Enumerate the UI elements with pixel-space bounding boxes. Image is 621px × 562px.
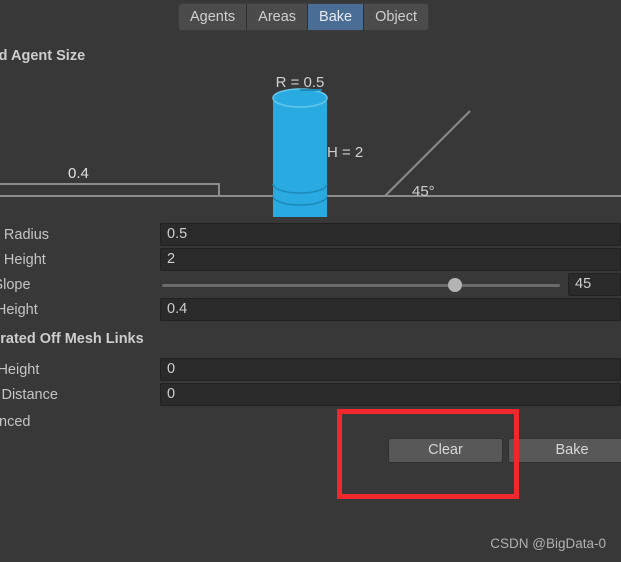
row-drop-height: Drop Height 0 bbox=[0, 358, 621, 383]
max-slope-input[interactable]: 45 bbox=[568, 273, 621, 296]
max-slope-slider-handle[interactable] bbox=[448, 278, 462, 292]
drop-height-label: Drop Height bbox=[0, 362, 40, 378]
height-label: H = 2 bbox=[327, 144, 363, 161]
advanced-foldout[interactable]: Advanced bbox=[0, 414, 31, 430]
agent-height-label: Agent Height bbox=[0, 252, 46, 268]
tab-agents[interactable]: Agents bbox=[179, 4, 248, 30]
max-slope-slider-track[interactable] bbox=[162, 284, 560, 287]
step-height-row-label: Step Height bbox=[0, 302, 38, 318]
tab-areas[interactable]: Areas bbox=[247, 4, 309, 30]
navigation-tab-bar: Agents Areas Bake Object bbox=[178, 3, 430, 31]
row-step-height: Step Height 0.4 bbox=[0, 298, 621, 323]
step-height-label: 0.4 bbox=[68, 165, 89, 182]
agent-radius-label: Agent Radius bbox=[0, 227, 50, 243]
agent-size-diagram: R = 0.5 H = 2 45° 0.4 bbox=[0, 72, 621, 217]
baked-agent-size-header: Baked Agent Size bbox=[0, 48, 86, 64]
slope-label: 45° bbox=[412, 183, 435, 200]
generated-off-mesh-links-header: Generated Off Mesh Links bbox=[0, 331, 144, 347]
clear-button[interactable]: Clear bbox=[388, 438, 503, 463]
max-slope-label: Max Slope bbox=[0, 277, 31, 293]
jump-distance-input[interactable]: 0 bbox=[160, 383, 621, 406]
step-height-input[interactable]: 0.4 bbox=[160, 298, 621, 321]
radius-label: R = 0.5 bbox=[276, 74, 325, 91]
tab-object[interactable]: Object bbox=[364, 4, 429, 30]
row-max-slope: Max Slope 45 bbox=[0, 273, 621, 298]
agent-radius-input[interactable]: 0.5 bbox=[160, 223, 621, 246]
tab-bake[interactable]: Bake bbox=[308, 4, 365, 30]
bake-button[interactable]: Bake bbox=[508, 438, 621, 463]
drop-height-input[interactable]: 0 bbox=[160, 358, 621, 381]
agent-height-input[interactable]: 2 bbox=[160, 248, 621, 271]
row-agent-height: Agent Height 2 bbox=[0, 248, 621, 273]
jump-distance-label: Jump Distance bbox=[0, 387, 58, 403]
watermark: CSDN @BigData-0 bbox=[490, 536, 606, 551]
row-jump-distance: Jump Distance 0 bbox=[0, 383, 621, 408]
row-agent-radius: Agent Radius 0.5 bbox=[0, 223, 621, 248]
